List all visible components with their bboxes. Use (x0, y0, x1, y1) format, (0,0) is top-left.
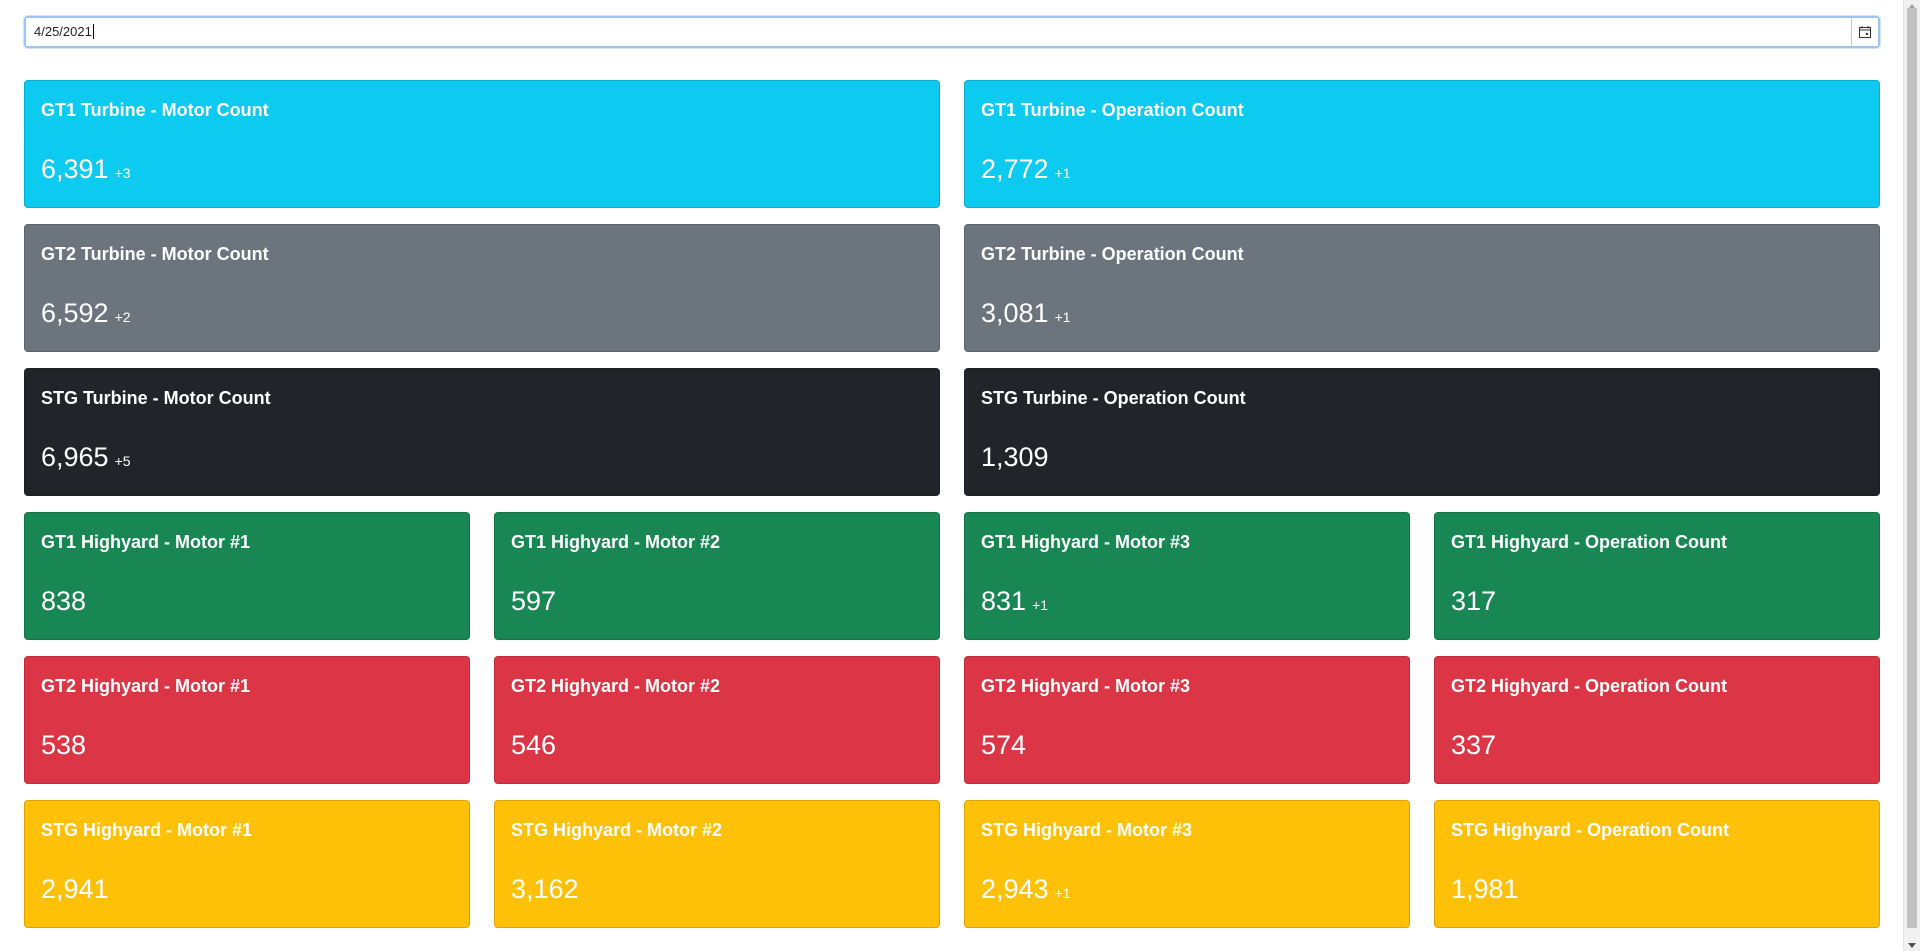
counter-grid: GT1 Turbine - Motor Count 6,391 +3 GT1 Turb… (24, 80, 1880, 944)
scroll-down-arrow-icon[interactable] (1904, 939, 1920, 951)
card-title: GT2 Turbine - Motor Count (41, 244, 269, 264)
card-row: GT1 Highyard - Motor #1 838 GT1 Highyard -… (24, 512, 1880, 640)
card-value: 6,592 (41, 298, 109, 328)
counter-card: GT1 Turbine - Operation Count 2,772 +1 (964, 80, 1880, 208)
counter-card: STG Turbine - Operation Count 1,309 (964, 368, 1880, 496)
card-value: 2,772 (981, 154, 1049, 184)
counter-card: STG Highyard - Motor #2 3,162 (494, 800, 940, 928)
card-value: 337 (1451, 730, 1497, 760)
card-title: GT1 Highyard - Motor #2 (511, 532, 721, 552)
card-delta: +1 (1054, 165, 1071, 181)
card-value: 2,941 (41, 874, 109, 904)
card-title: STG Highyard - Motor #1 (41, 820, 253, 840)
counter-card: STG Turbine - Motor Count 6,965 +5 (24, 368, 940, 496)
card-delta: +1 (1032, 597, 1049, 613)
card-title: STG Highyard - Motor #3 (981, 820, 1193, 840)
card-value-line: 317 (1451, 585, 1496, 617)
card-value: 1,981 (1451, 874, 1519, 904)
counter-card: GT1 Turbine - Motor Count 6,391 +3 (24, 80, 940, 208)
card-title: GT2 Highyard - Operation Count (1451, 676, 1728, 696)
card-value-line: 1,981 (1451, 873, 1519, 905)
card-row: GT1 Turbine - Motor Count 6,391 +3 GT1 Turb… (24, 80, 1880, 208)
card-title: STG Turbine - Motor Count (41, 388, 271, 408)
card-title: GT1 Highyard - Operation Count (1451, 532, 1728, 552)
card-title: GT1 Highyard - Motor #3 (981, 532, 1191, 552)
card-row: STG Highyard - Motor #1 2,941 STG Highyard… (24, 800, 1880, 928)
card-value-line: 2,943 +1 (981, 873, 1071, 905)
card-row: GT2 Highyard - Motor #1 538 GT2 Highyard -… (24, 656, 1880, 784)
card-row: GT2 Turbine - Motor Count 6,592 +2 GT2 Turb… (24, 224, 1880, 352)
card-value: 3,081 (981, 298, 1049, 328)
card-value: 317 (1451, 586, 1497, 616)
counter-card: GT1 Highyard - Operation Count 317 (1434, 512, 1880, 640)
counter-card: GT2 Highyard - Operation Count 337 (1434, 656, 1880, 784)
card-value-line: 831 +1 (981, 585, 1048, 617)
card-value-line: 574 (981, 729, 1026, 761)
card-value-line: 2,941 (41, 873, 109, 905)
card-value: 1,309 (981, 442, 1049, 472)
card-title: GT1 Turbine - Motor Count (41, 100, 269, 120)
counter-card: STG Highyard - Operation Count 1,981 (1434, 800, 1880, 928)
card-value: 838 (41, 586, 87, 616)
counter-card: STG Highyard - Motor #3 2,943 +1 (964, 800, 1410, 928)
card-value-line: 2,772 +1 (981, 153, 1071, 185)
card-value-line: 3,081 +1 (981, 297, 1071, 329)
card-value-line: 3,162 (511, 873, 579, 905)
counter-card: GT1 Highyard - Motor #3 831 +1 (964, 512, 1410, 640)
calendar-button[interactable] (1851, 18, 1878, 46)
card-value-line: 838 (41, 585, 86, 617)
counter-card: GT1 Highyard - Motor #2 597 (494, 512, 940, 640)
card-title: GT2 Highyard - Motor #3 (981, 676, 1191, 696)
card-delta: +3 (114, 165, 131, 181)
counter-card: GT2 Highyard - Motor #3 574 (964, 656, 1410, 784)
card-value-line: 6,592 +2 (41, 297, 131, 329)
counter-card: STG Highyard - Motor #1 2,941 (24, 800, 470, 928)
card-value-line: 1,309 (981, 441, 1049, 473)
date-picker[interactable]: 4/25/2021 (24, 16, 1880, 48)
card-delta: +2 (114, 309, 131, 325)
card-delta: +1 (1054, 309, 1071, 325)
card-value: 6,965 (41, 442, 109, 472)
card-value-line: 337 (1451, 729, 1496, 761)
card-value-line: 597 (511, 585, 556, 617)
card-title: GT1 Turbine - Operation Count (981, 100, 1244, 120)
card-value: 597 (511, 586, 557, 616)
card-title: GT1 Highyard - Motor #1 (41, 532, 251, 552)
calendar-icon (1859, 26, 1871, 38)
date-input[interactable]: 4/25/2021 (34, 18, 94, 46)
card-value-line: 6,391 +3 (41, 153, 131, 185)
vertical-scrollbar[interactable] (1903, 0, 1920, 951)
card-value: 2,943 (981, 874, 1049, 904)
dashboard-page: 4/25/2021 GT1 Turbine - Motor Count 6,391… (0, 0, 1920, 951)
counter-card: GT2 Highyard - Motor #2 546 (494, 656, 940, 784)
counter-card: GT1 Highyard - Motor #1 838 (24, 512, 470, 640)
card-title: STG Turbine - Operation Count (981, 388, 1246, 408)
counter-card: GT2 Turbine - Motor Count 6,592 +2 (24, 224, 940, 352)
card-value-line: 538 (41, 729, 86, 761)
scrollbar-thumb[interactable] (1907, 8, 1917, 928)
card-value-line: 6,965 +5 (41, 441, 131, 473)
card-value: 3,162 (511, 874, 579, 904)
card-title: GT2 Turbine - Operation Count (981, 244, 1244, 264)
card-value-line: 546 (511, 729, 556, 761)
card-value: 831 (981, 586, 1027, 616)
card-value: 574 (981, 730, 1027, 760)
card-value: 546 (511, 730, 557, 760)
card-delta: +1 (1054, 885, 1071, 901)
card-value: 6,391 (41, 154, 109, 184)
card-value: 538 (41, 730, 87, 760)
card-row: STG Turbine - Motor Count 6,965 +5 STG Turb… (24, 368, 1880, 496)
card-title: GT2 Highyard - Motor #2 (511, 676, 721, 696)
card-delta: +5 (114, 453, 131, 469)
card-title: STG Highyard - Operation Count (1451, 820, 1729, 840)
card-title: STG Highyard - Motor #2 (511, 820, 723, 840)
counter-card: GT2 Turbine - Operation Count 3,081 +1 (964, 224, 1880, 352)
counter-card: GT2 Highyard - Motor #1 538 (24, 656, 470, 784)
card-title: GT2 Highyard - Motor #1 (41, 676, 251, 696)
